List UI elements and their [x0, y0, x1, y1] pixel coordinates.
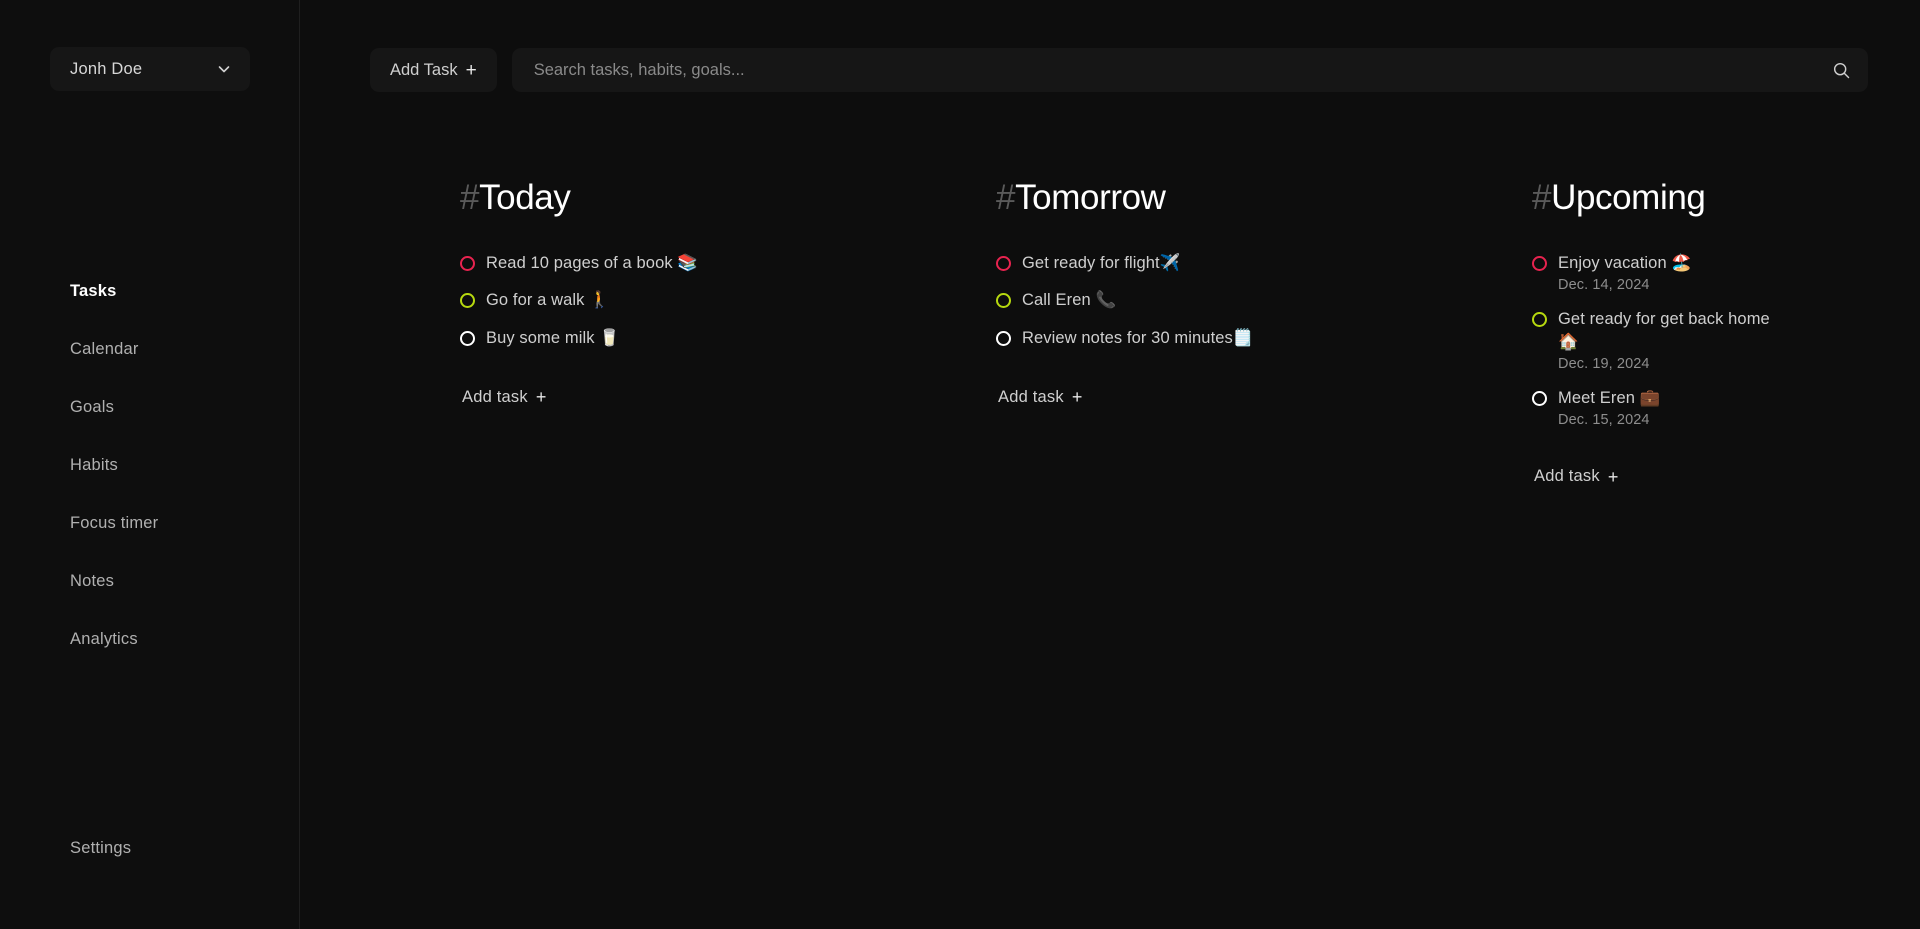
task-body: Get ready for flight✈️ [1022, 252, 1180, 274]
task-label: Get ready for flight✈️ [1022, 254, 1181, 272]
search-bar[interactable] [511, 48, 1868, 92]
task-row[interactable]: Buy some milk 🥛 [460, 327, 996, 349]
app-root: Jonh Doe Tasks Calendar Goals Habits Foc… [0, 0, 1920, 929]
sidebar-item-goals[interactable]: Goals [0, 378, 300, 436]
task-label: Enjoy vacation 🏖️ [1558, 254, 1693, 272]
plus-icon: + [535, 387, 547, 408]
sidebar-item-tasks[interactable]: Tasks [0, 262, 300, 320]
hash-icon: # [996, 178, 1016, 217]
add-task-link-upcoming[interactable]: Add task + [1534, 467, 1920, 486]
add-task-link-label: Add task [462, 387, 528, 406]
sidebar-item-habits[interactable]: Habits [0, 436, 300, 494]
task-row[interactable]: Read 10 pages of a book 📚 [460, 252, 996, 274]
column-title-upcoming: #Upcoming [1532, 178, 1920, 218]
sidebar-item-focus-timer[interactable]: Focus timer [0, 494, 300, 552]
search-input[interactable] [511, 48, 1814, 92]
task-label: Call Eren 📞 [1022, 291, 1117, 310]
sidebar-item-analytics[interactable]: Analytics [0, 610, 300, 668]
task-body: Review notes for 30 minutes🗒️ [1022, 327, 1254, 349]
task-body: Enjoy vacation 🏖️ Dec. 14, 2024 [1558, 252, 1692, 293]
task-body: Buy some milk 🥛 [486, 327, 620, 349]
task-due-date: Dec. 14, 2024 [1558, 277, 1650, 294]
column-title-text: Today [479, 178, 571, 217]
column-title-today: #Today [460, 178, 996, 218]
chevron-down-icon [216, 61, 232, 77]
task-status-circle-icon[interactable] [996, 293, 1011, 309]
plus-icon: + [1071, 387, 1083, 408]
search-icon[interactable] [1814, 48, 1868, 92]
task-due-date: Dec. 15, 2024 [1558, 412, 1650, 429]
sidebar-item-calendar[interactable]: Calendar [0, 320, 300, 378]
task-status-circle-icon[interactable] [1532, 312, 1547, 328]
add-task-button[interactable]: Add Task + [370, 48, 497, 92]
task-row[interactable]: Get ready for flight✈️ [996, 252, 1532, 274]
plus-icon: + [465, 59, 477, 81]
add-task-link-label: Add task [1534, 467, 1600, 486]
task-row[interactable]: Review notes for 30 minutes🗒️ [996, 327, 1532, 349]
task-status-circle-icon[interactable] [1532, 256, 1547, 271]
sidebar-nav: Tasks Calendar Goals Habits Focus timer … [0, 262, 300, 668]
task-body: Get ready for get back home 🏠 Dec. 19, 2… [1558, 308, 1790, 372]
task-list-upcoming: Enjoy vacation 🏖️ Dec. 14, 2024 Get read… [1532, 252, 1920, 443]
main-content: Add Task + #Today [300, 0, 1920, 929]
task-status-circle-icon[interactable] [460, 256, 475, 271]
user-account-dropdown[interactable]: Jonh Doe [50, 47, 250, 91]
hash-icon: # [1532, 178, 1552, 217]
column-upcoming: #Upcoming Enjoy vacation 🏖️ Dec. 14, 202… [1532, 178, 1920, 486]
sidebar-item-settings[interactable]: Settings [0, 830, 300, 866]
sidebar: Jonh Doe Tasks Calendar Goals Habits Foc… [0, 0, 300, 929]
user-name-label: Jonh Doe [70, 59, 143, 78]
task-list-today: Read 10 pages of a book 📚 Go for a walk … [460, 252, 996, 364]
task-row[interactable]: Go for a walk 🚶 [460, 289, 996, 311]
task-body: Go for a walk 🚶 [486, 289, 610, 311]
task-row[interactable]: Meet Eren 💼 Dec. 15, 2024 [1532, 387, 1920, 428]
add-task-link-today[interactable]: Add task + [462, 388, 996, 407]
sidebar-item-notes[interactable]: Notes [0, 552, 300, 610]
task-status-circle-icon[interactable] [460, 293, 475, 309]
column-title-text: Tomorrow [1015, 178, 1166, 217]
add-task-link-label: Add task [998, 387, 1064, 406]
task-due-date: Dec. 19, 2024 [1558, 355, 1650, 372]
task-columns: #Today Read 10 pages of a book 📚 Go for … [460, 178, 1920, 486]
task-list-tomorrow: Get ready for flight✈️ Call Eren 📞 Revie… [996, 252, 1532, 364]
add-task-button-label: Add Task [390, 60, 458, 79]
column-title-text: Upcoming [1551, 178, 1706, 217]
task-body: Meet Eren 💼 Dec. 15, 2024 [1558, 387, 1660, 428]
column-title-tomorrow: #Tomorrow [996, 178, 1532, 218]
task-label: Go for a walk 🚶 [486, 291, 610, 310]
plus-icon: + [1607, 466, 1619, 487]
task-status-circle-icon[interactable] [996, 256, 1011, 271]
task-label: Meet Eren 💼 [1558, 388, 1661, 407]
task-row[interactable]: Call Eren 📞 [996, 289, 1532, 311]
add-task-link-tomorrow[interactable]: Add task + [998, 388, 1532, 407]
column-today: #Today Read 10 pages of a book 📚 Go for … [460, 178, 996, 486]
column-tomorrow: #Tomorrow Get ready for flight✈️ Call Er… [996, 178, 1532, 486]
task-status-circle-icon[interactable] [1532, 390, 1547, 406]
task-label: Review notes for 30 minutes🗒️ [1022, 328, 1254, 347]
task-status-circle-icon[interactable] [460, 330, 475, 346]
task-body: Call Eren 📞 [1022, 289, 1116, 311]
task-row[interactable]: Enjoy vacation 🏖️ Dec. 14, 2024 [1532, 252, 1920, 293]
hash-icon: # [460, 178, 480, 217]
task-status-circle-icon[interactable] [996, 330, 1011, 346]
task-row[interactable]: Get ready for get back home 🏠 Dec. 19, 2… [1532, 308, 1920, 372]
task-label: Buy some milk 🥛 [486, 328, 620, 347]
task-body: Read 10 pages of a book 📚 [486, 252, 698, 274]
task-label: Read 10 pages of a book 📚 [486, 254, 699, 272]
toolbar: Add Task + [370, 48, 1868, 92]
task-label: Get ready for get back home 🏠 [1558, 310, 1770, 351]
